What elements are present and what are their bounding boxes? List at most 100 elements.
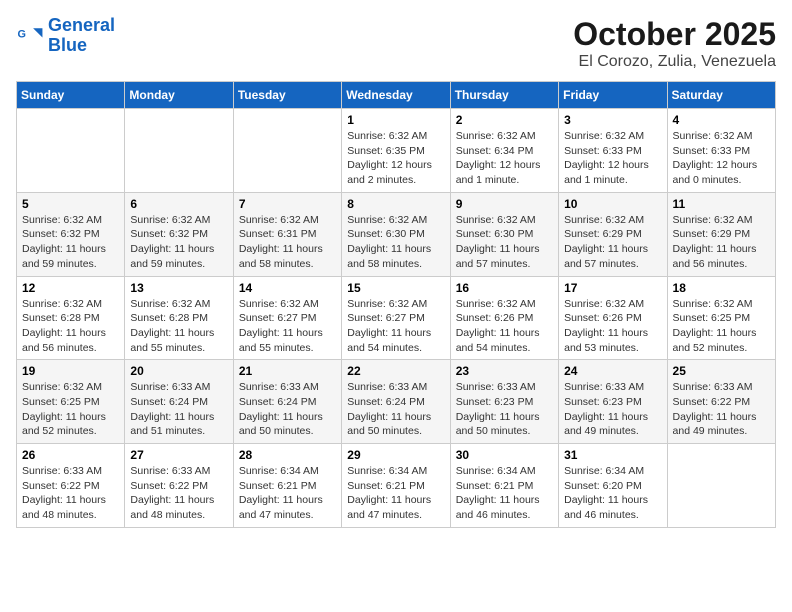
day-info: Sunrise: 6:32 AM Sunset: 6:33 PM Dayligh… <box>564 129 661 188</box>
weekday-header-row: SundayMondayTuesdayWednesdayThursdayFrid… <box>17 82 776 109</box>
calendar-cell: 9 Sunrise: 6:32 AM Sunset: 6:30 PM Daylig… <box>450 192 558 276</box>
day-info: Sunrise: 6:33 AM Sunset: 6:23 PM Dayligh… <box>564 380 661 439</box>
day-number: 1 <box>347 113 444 127</box>
calendar-cell <box>125 109 233 193</box>
day-number: 20 <box>130 364 227 378</box>
day-number: 10 <box>564 197 661 211</box>
weekday-header: Tuesday <box>233 82 341 109</box>
calendar-cell: 11 Sunrise: 6:32 AM Sunset: 6:29 PM Dayli… <box>667 192 775 276</box>
logo: G General Blue <box>16 16 115 56</box>
calendar-cell: 12 Sunrise: 6:32 AM Sunset: 6:28 PM Dayli… <box>17 276 125 360</box>
calendar-week-row: 1 Sunrise: 6:32 AM Sunset: 6:35 PM Daylig… <box>17 109 776 193</box>
day-info: Sunrise: 6:32 AM Sunset: 6:25 PM Dayligh… <box>673 297 770 356</box>
day-info: Sunrise: 6:32 AM Sunset: 6:28 PM Dayligh… <box>130 297 227 356</box>
day-info: Sunrise: 6:34 AM Sunset: 6:21 PM Dayligh… <box>347 464 444 523</box>
day-info: Sunrise: 6:32 AM Sunset: 6:29 PM Dayligh… <box>673 213 770 272</box>
calendar-cell: 16 Sunrise: 6:32 AM Sunset: 6:26 PM Dayli… <box>450 276 558 360</box>
day-number: 9 <box>456 197 553 211</box>
day-number: 3 <box>564 113 661 127</box>
calendar-cell: 1 Sunrise: 6:32 AM Sunset: 6:35 PM Daylig… <box>342 109 450 193</box>
calendar-cell <box>233 109 341 193</box>
day-number: 4 <box>673 113 770 127</box>
calendar-cell: 24 Sunrise: 6:33 AM Sunset: 6:23 PM Dayli… <box>559 360 667 444</box>
day-info: Sunrise: 6:32 AM Sunset: 6:32 PM Dayligh… <box>22 213 119 272</box>
day-info: Sunrise: 6:32 AM Sunset: 6:27 PM Dayligh… <box>347 297 444 356</box>
title-block: October 2025 El Corozo, Zulia, Venezuela <box>573 16 776 71</box>
calendar-week-row: 19 Sunrise: 6:32 AM Sunset: 6:25 PM Dayli… <box>17 360 776 444</box>
day-info: Sunrise: 6:32 AM Sunset: 6:34 PM Dayligh… <box>456 129 553 188</box>
logo-text: General Blue <box>48 16 115 56</box>
day-number: 13 <box>130 281 227 295</box>
calendar-cell: 15 Sunrise: 6:32 AM Sunset: 6:27 PM Dayli… <box>342 276 450 360</box>
calendar-cell <box>667 444 775 528</box>
day-info: Sunrise: 6:34 AM Sunset: 6:21 PM Dayligh… <box>239 464 336 523</box>
calendar-cell: 7 Sunrise: 6:32 AM Sunset: 6:31 PM Daylig… <box>233 192 341 276</box>
month-title: October 2025 <box>573 16 776 53</box>
day-info: Sunrise: 6:32 AM Sunset: 6:30 PM Dayligh… <box>347 213 444 272</box>
weekday-header: Saturday <box>667 82 775 109</box>
day-number: 12 <box>22 281 119 295</box>
calendar-week-row: 5 Sunrise: 6:32 AM Sunset: 6:32 PM Daylig… <box>17 192 776 276</box>
day-number: 15 <box>347 281 444 295</box>
calendar-cell: 23Sunrise: 6:33 AM Sunset: 6:23 PM Dayli… <box>450 360 558 444</box>
day-info: Sunrise: 6:33 AM Sunset: 6:23 PM Dayligh… <box>456 380 553 439</box>
day-number: 7 <box>239 197 336 211</box>
calendar-cell: 5 Sunrise: 6:32 AM Sunset: 6:32 PM Daylig… <box>17 192 125 276</box>
day-number: 6 <box>130 197 227 211</box>
day-number: 31 <box>564 448 661 462</box>
day-number: 19 <box>22 364 119 378</box>
day-info: Sunrise: 6:34 AM Sunset: 6:21 PM Dayligh… <box>456 464 553 523</box>
day-info: Sunrise: 6:32 AM Sunset: 6:35 PM Dayligh… <box>347 129 444 188</box>
weekday-header: Wednesday <box>342 82 450 109</box>
day-number: 16 <box>456 281 553 295</box>
calendar-cell: 17 Sunrise: 6:32 AM Sunset: 6:26 PM Dayli… <box>559 276 667 360</box>
calendar-cell <box>17 109 125 193</box>
day-info: Sunrise: 6:32 AM Sunset: 6:33 PM Dayligh… <box>673 129 770 188</box>
weekday-header: Sunday <box>17 82 125 109</box>
location-subtitle: El Corozo, Zulia, Venezuela <box>573 53 776 71</box>
calendar-cell: 14 Sunrise: 6:32 AM Sunset: 6:27 PM Dayli… <box>233 276 341 360</box>
calendar-week-row: 26 Sunrise: 6:33 AM Sunset: 6:22 PM Dayli… <box>17 444 776 528</box>
day-number: 29 <box>347 448 444 462</box>
day-info: Sunrise: 6:32 AM Sunset: 6:31 PM Dayligh… <box>239 213 336 272</box>
calendar-cell: 26 Sunrise: 6:33 AM Sunset: 6:22 PM Dayli… <box>17 444 125 528</box>
day-info: Sunrise: 6:32 AM Sunset: 6:30 PM Dayligh… <box>456 213 553 272</box>
calendar-cell: 3 Sunrise: 6:32 AM Sunset: 6:33 PM Daylig… <box>559 109 667 193</box>
calendar-cell: 28Sunrise: 6:34 AM Sunset: 6:21 PM Dayli… <box>233 444 341 528</box>
weekday-header: Thursday <box>450 82 558 109</box>
calendar-cell: 21Sunrise: 6:33 AM Sunset: 6:24 PM Dayli… <box>233 360 341 444</box>
day-number: 5 <box>22 197 119 211</box>
logo-line2: Blue <box>48 35 87 55</box>
calendar-cell: 20Sunrise: 6:33 AM Sunset: 6:24 PM Dayli… <box>125 360 233 444</box>
calendar-cell: 13 Sunrise: 6:32 AM Sunset: 6:28 PM Dayli… <box>125 276 233 360</box>
day-number: 17 <box>564 281 661 295</box>
day-number: 26 <box>22 448 119 462</box>
day-info: Sunrise: 6:32 AM Sunset: 6:25 PM Dayligh… <box>22 380 119 439</box>
day-number: 8 <box>347 197 444 211</box>
calendar-cell: 4 Sunrise: 6:32 AM Sunset: 6:33 PM Daylig… <box>667 109 775 193</box>
day-info: Sunrise: 6:32 AM Sunset: 6:28 PM Dayligh… <box>22 297 119 356</box>
logo-line1: General <box>48 15 115 35</box>
day-info: Sunrise: 6:33 AM Sunset: 6:22 PM Dayligh… <box>22 464 119 523</box>
calendar-cell: 27Sunrise: 6:33 AM Sunset: 6:22 PM Dayli… <box>125 444 233 528</box>
calendar-cell: 30Sunrise: 6:34 AM Sunset: 6:21 PM Dayli… <box>450 444 558 528</box>
logo-icon: G <box>16 22 44 50</box>
day-info: Sunrise: 6:32 AM Sunset: 6:29 PM Dayligh… <box>564 213 661 272</box>
day-number: 27 <box>130 448 227 462</box>
day-info: Sunrise: 6:32 AM Sunset: 6:32 PM Dayligh… <box>130 213 227 272</box>
calendar-week-row: 12 Sunrise: 6:32 AM Sunset: 6:28 PM Dayli… <box>17 276 776 360</box>
calendar-cell: 2 Sunrise: 6:32 AM Sunset: 6:34 PM Daylig… <box>450 109 558 193</box>
calendar-table: SundayMondayTuesdayWednesdayThursdayFrid… <box>16 81 776 528</box>
day-info: Sunrise: 6:32 AM Sunset: 6:26 PM Dayligh… <box>456 297 553 356</box>
day-info: Sunrise: 6:32 AM Sunset: 6:27 PM Dayligh… <box>239 297 336 356</box>
day-number: 2 <box>456 113 553 127</box>
day-number: 22 <box>347 364 444 378</box>
day-info: Sunrise: 6:32 AM Sunset: 6:26 PM Dayligh… <box>564 297 661 356</box>
day-info: Sunrise: 6:33 AM Sunset: 6:24 PM Dayligh… <box>347 380 444 439</box>
day-number: 11 <box>673 197 770 211</box>
day-number: 14 <box>239 281 336 295</box>
day-info: Sunrise: 6:33 AM Sunset: 6:22 PM Dayligh… <box>673 380 770 439</box>
calendar-cell: 19 Sunrise: 6:32 AM Sunset: 6:25 PM Dayli… <box>17 360 125 444</box>
calendar-cell: 10 Sunrise: 6:32 AM Sunset: 6:29 PM Dayli… <box>559 192 667 276</box>
day-number: 24 <box>564 364 661 378</box>
